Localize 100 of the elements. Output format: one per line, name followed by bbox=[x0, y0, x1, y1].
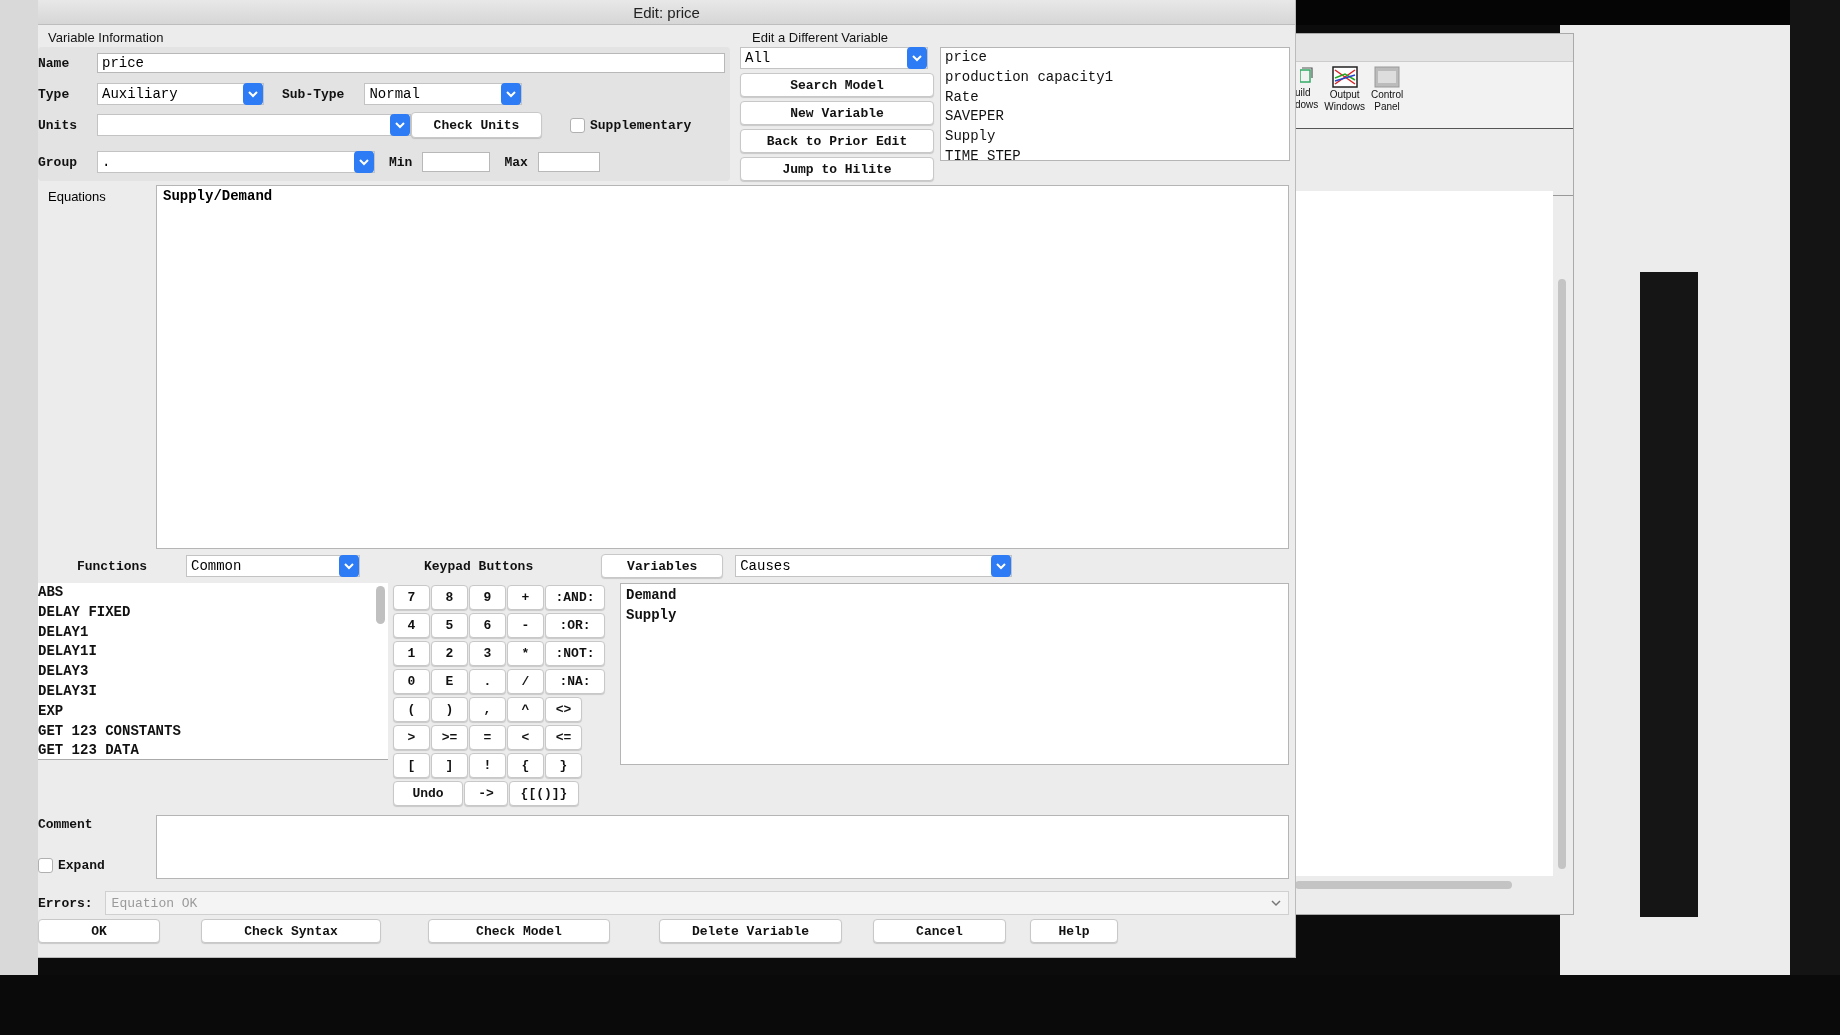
list-item[interactable]: TIME STEP bbox=[945, 147, 1285, 160]
list-item[interactable]: EXP bbox=[38, 701, 181, 722]
keypad-button[interactable]: 8 bbox=[431, 585, 468, 610]
keypad-button[interactable]: <= bbox=[545, 725, 582, 750]
keypad-button[interactable]: 0 bbox=[393, 669, 430, 694]
chevron-icon bbox=[501, 83, 522, 105]
comment-field[interactable] bbox=[156, 815, 1289, 879]
keypad-button[interactable]: 6 bbox=[469, 613, 506, 638]
category-dropdown[interactable]: Common bbox=[186, 555, 360, 577]
panel-icon bbox=[1374, 66, 1401, 88]
keypad-button[interactable]: {[()]} bbox=[509, 781, 579, 806]
list-item[interactable]: GET 123 DATA bbox=[38, 741, 181, 762]
keypad-button[interactable]: ! bbox=[469, 753, 506, 778]
keypad-button[interactable]: ( bbox=[393, 697, 430, 722]
keypad-button[interactable]: ) bbox=[431, 697, 468, 722]
keypad-button[interactable]: ^ bbox=[507, 697, 544, 722]
list-item[interactable]: DELAY3I bbox=[38, 682, 181, 702]
action-button[interactable]: Jump to Hilite bbox=[740, 157, 934, 181]
list-item[interactable]: Supply bbox=[945, 127, 1285, 147]
section-label: Equations bbox=[47, 188, 107, 206]
keypad-button[interactable]: :NOT: bbox=[545, 641, 605, 666]
action-button[interactable]: Back to Prior Edit bbox=[740, 129, 934, 153]
list-item[interactable]: ABS bbox=[38, 583, 181, 603]
dialog-button[interactable]: Check Model bbox=[428, 919, 610, 943]
keypad-button[interactable]: E bbox=[431, 669, 468, 694]
list-item[interactable]: DELAY1 bbox=[38, 622, 181, 643]
keypad-button[interactable]: <> bbox=[545, 697, 582, 722]
dialog-button[interactable]: Help bbox=[1030, 919, 1118, 943]
window-icon bbox=[1299, 66, 1314, 86]
list-item[interactable]: GET 123 CONSTANTS bbox=[38, 721, 181, 742]
checkbox[interactable] bbox=[570, 117, 585, 133]
filter-dropdown[interactable]: All bbox=[740, 47, 928, 69]
dialog-button[interactable]: Delete Variable bbox=[659, 919, 842, 943]
dialog-button[interactable]: OK bbox=[38, 919, 160, 943]
equation-editor[interactable]: Supply/Demand bbox=[156, 185, 1289, 549]
check-units-button[interactable]: Check Units bbox=[411, 112, 542, 138]
toolbar-button[interactable]: Output Windows bbox=[1324, 66, 1365, 113]
field-label: Units bbox=[38, 117, 78, 133]
list-item[interactable]: production capacity1 bbox=[945, 67, 1285, 88]
variables-tab[interactable]: Variables bbox=[601, 554, 724, 578]
toolbar-button[interactable]: Control Panel bbox=[1370, 66, 1404, 113]
keypad-button[interactable]: = bbox=[469, 725, 506, 750]
list-item[interactable]: DELAY FIXED bbox=[38, 602, 181, 623]
min-field[interactable] bbox=[422, 152, 491, 172]
dialog-button[interactable]: Check Syntax bbox=[201, 919, 381, 943]
list-item[interactable]: Rate bbox=[945, 87, 1285, 108]
type-dropdown[interactable]: Auxiliary bbox=[97, 83, 264, 105]
list-item[interactable]: Demand bbox=[626, 586, 1283, 606]
chevron-icon bbox=[390, 114, 410, 136]
field-label: Min bbox=[389, 154, 413, 170]
group-dropdown[interactable]: . bbox=[97, 151, 375, 173]
chevron-icon bbox=[354, 151, 374, 173]
subtype-dropdown[interactable]: Normal bbox=[364, 83, 523, 105]
keypad-button[interactable]: * bbox=[507, 641, 544, 666]
keypad-button[interactable]: > bbox=[393, 725, 430, 750]
checkbox-label: Expand bbox=[58, 858, 105, 873]
list-item[interactable]: DELAY1I bbox=[38, 642, 181, 663]
keypad-button[interactable]: 9 bbox=[469, 585, 506, 610]
keypad-button[interactable]: / bbox=[507, 669, 544, 694]
list-item[interactable]: price bbox=[945, 48, 1285, 68]
units-dropdown[interactable] bbox=[97, 114, 411, 136]
keypad-button[interactable]: 3 bbox=[469, 641, 506, 666]
equation-text: Supply/Demand bbox=[163, 188, 273, 204]
action-button[interactable]: New Variable bbox=[740, 101, 934, 125]
window-title: Edit: price bbox=[633, 3, 700, 21]
keypad-button[interactable]: 5 bbox=[431, 613, 468, 638]
keypad-button[interactable]: :AND: bbox=[545, 585, 605, 610]
keypad-button[interactable]: 2 bbox=[431, 641, 468, 666]
keypad-button[interactable]: { bbox=[507, 753, 544, 778]
keypad-button[interactable]: :OR: bbox=[545, 613, 605, 638]
keypad-button[interactable]: + bbox=[507, 585, 544, 610]
field-label: Max bbox=[504, 154, 528, 170]
keypad-button[interactable]: >= bbox=[431, 725, 468, 750]
keypad-button[interactable]: -> bbox=[464, 781, 508, 806]
list-item[interactable]: DELAY3 bbox=[38, 662, 181, 682]
field-label: Errors: bbox=[38, 895, 93, 911]
keypad-button[interactable]: < bbox=[507, 725, 544, 750]
dialog-button[interactable]: Cancel bbox=[873, 919, 1006, 943]
max-field[interactable] bbox=[537, 152, 600, 172]
keypad-button[interactable]: 1 bbox=[393, 641, 430, 666]
name-field[interactable]: price bbox=[97, 53, 725, 73]
section-label: Functions bbox=[75, 558, 149, 574]
keypad-button[interactable]: Undo bbox=[393, 781, 463, 806]
list-item[interactable]: Supply bbox=[626, 605, 1283, 626]
toolbar-button[interactable]: uild dows bbox=[1295, 66, 1319, 111]
mode-dropdown[interactable]: Causes bbox=[735, 555, 1013, 577]
checkbox[interactable] bbox=[38, 858, 53, 873]
keypad-button[interactable]: 4 bbox=[393, 613, 430, 638]
keypad-button[interactable]: 7 bbox=[393, 585, 430, 610]
keypad-button[interactable]: [ bbox=[393, 753, 430, 778]
keypad-button[interactable]: } bbox=[545, 753, 582, 778]
field-label: Sub-Type bbox=[282, 86, 345, 102]
scrollbar-thumb[interactable] bbox=[376, 586, 385, 624]
keypad-button[interactable]: ] bbox=[431, 753, 468, 778]
list-item[interactable]: SAVEPER bbox=[945, 107, 1285, 128]
keypad-button[interactable]: :NA: bbox=[545, 669, 605, 694]
keypad-button[interactable]: , bbox=[469, 697, 506, 722]
keypad-button[interactable]: . bbox=[469, 669, 506, 694]
action-button[interactable]: Search Model bbox=[740, 73, 934, 97]
keypad-button[interactable]: - bbox=[507, 613, 544, 638]
